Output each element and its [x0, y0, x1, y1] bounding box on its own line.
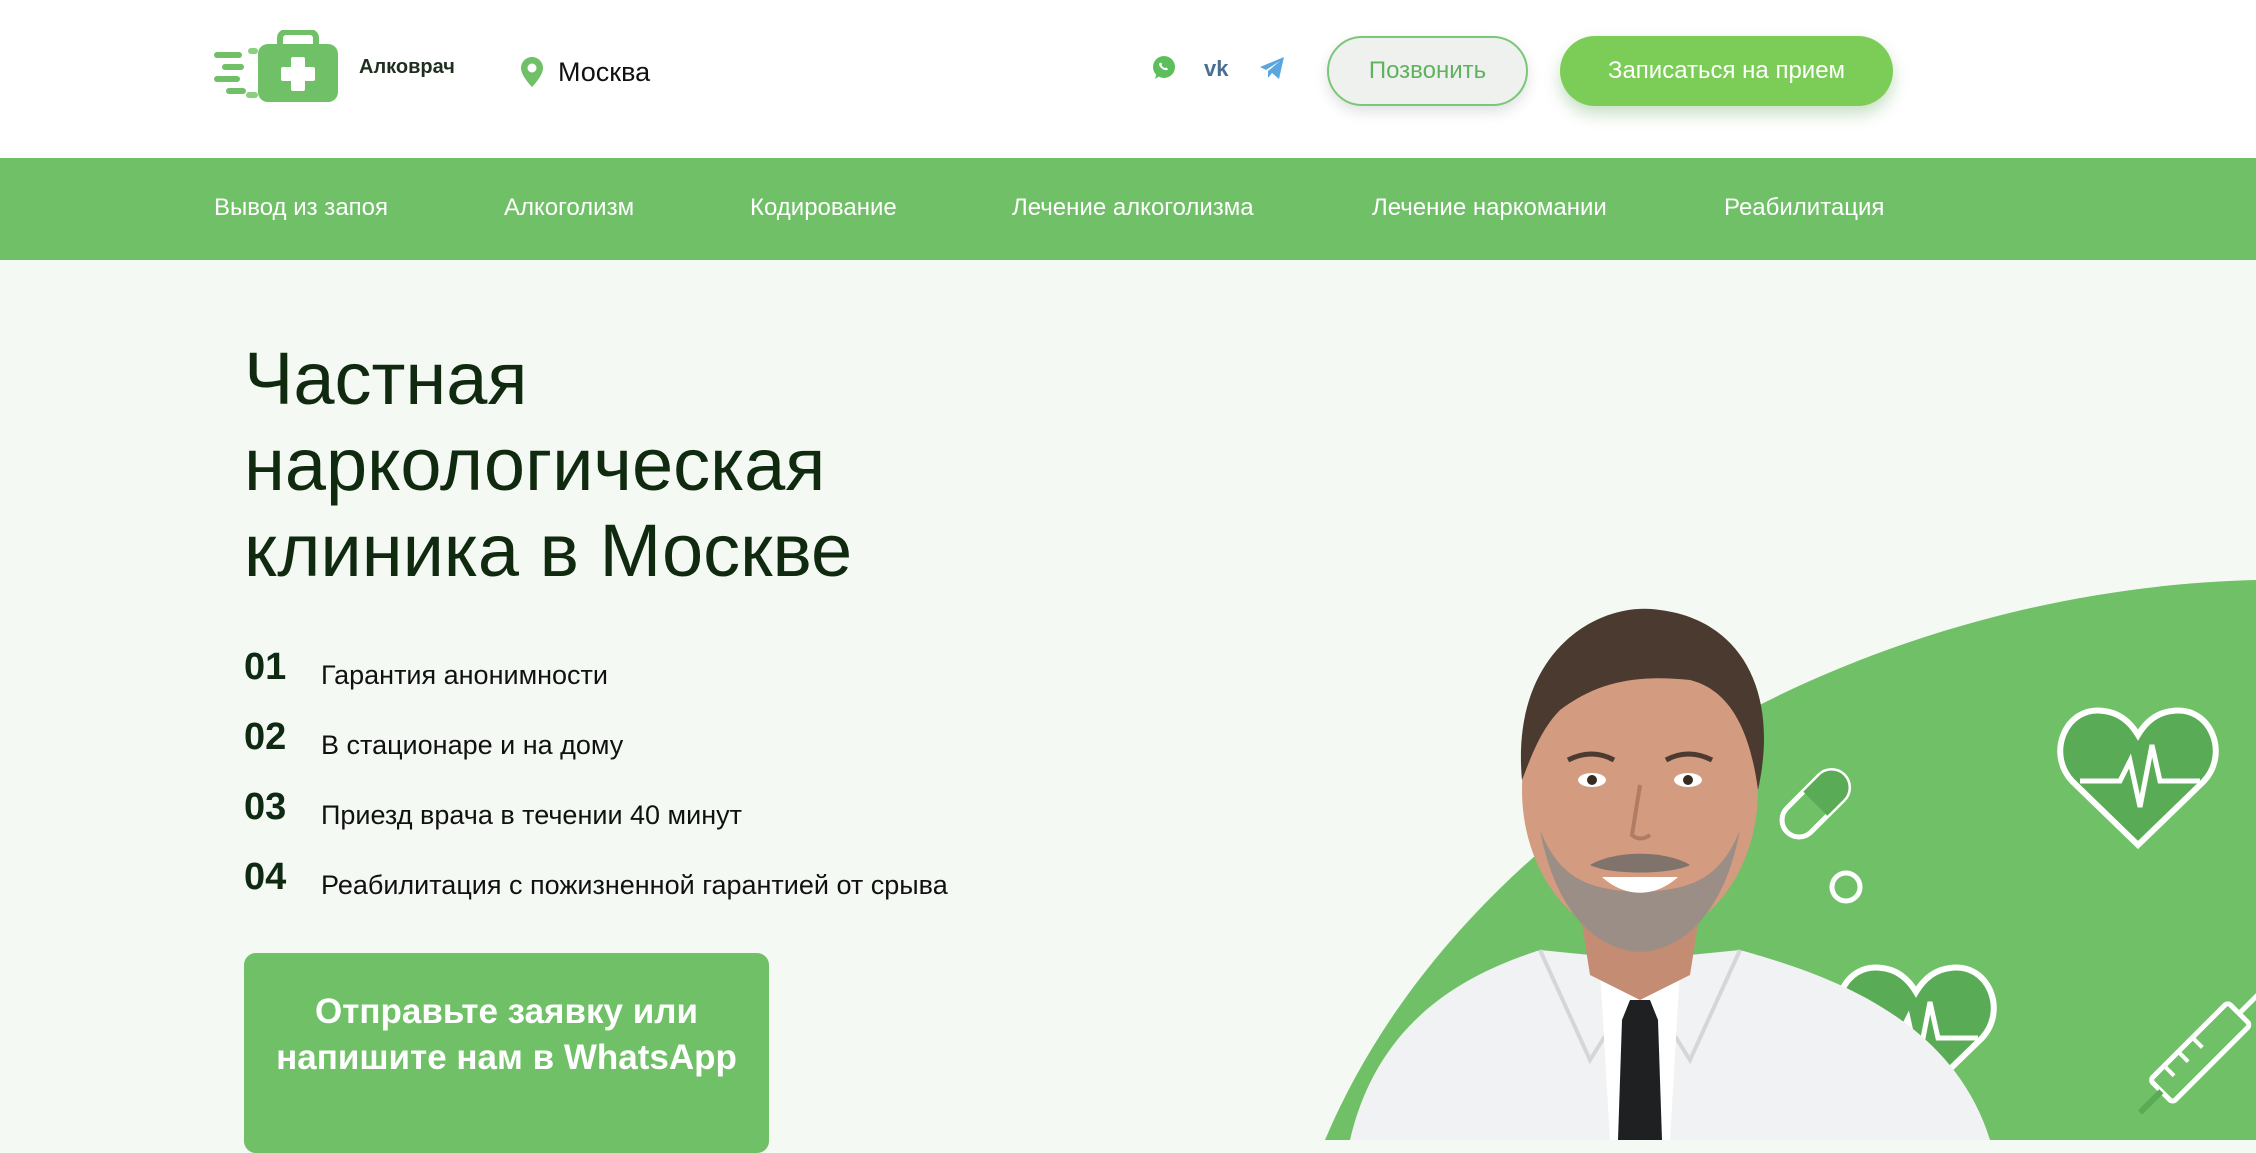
- book-appointment-button[interactable]: Записаться на прием: [1560, 36, 1893, 106]
- call-button[interactable]: Позвонить: [1327, 36, 1528, 106]
- feature-number: 03: [244, 786, 287, 828]
- nav-item-alcoholism[interactable]: Алкоголизм: [504, 194, 634, 222]
- nav-item-rehabilitation[interactable]: Реабилитация: [1724, 194, 1884, 222]
- doctor-photo: [1350, 608, 1990, 1140]
- feature-text: Гарантия анонимности: [321, 660, 609, 690]
- logo-text[interactable]: Алковрач: [359, 56, 455, 79]
- nav-item-alcohol-treatment[interactable]: Лечение алкоголизма: [1012, 194, 1254, 222]
- whatsapp-icon[interactable]: [1150, 54, 1178, 82]
- feature-text: Реабилитация с пожизненной гарантией от …: [321, 870, 948, 900]
- svg-text:vk: vk: [1204, 56, 1229, 81]
- feature-number: 02: [244, 716, 287, 758]
- main-nav: Вывод из запоя Алкоголизм Кодирование Ле…: [0, 158, 2256, 260]
- logo-icon[interactable]: [214, 30, 364, 108]
- feature-item: 03 Приезд врача в течении 40 минут: [244, 786, 1044, 836]
- feature-text: Приезд врача в течении 40 минут: [321, 800, 742, 830]
- social-links: vk: [1150, 54, 1286, 82]
- city-name: Москва: [558, 56, 651, 87]
- nav-item-detox[interactable]: Вывод из запоя: [214, 194, 388, 222]
- feature-item: 04 Реабилитация с пожизненной гарантией …: [244, 856, 1044, 906]
- hero-title: Частная наркологическая клиника в Москве: [244, 337, 853, 592]
- feature-number: 01: [244, 646, 287, 688]
- whatsapp-request-button[interactable]: Отправьте заявку или напишите нам в What…: [244, 953, 769, 1153]
- telegram-icon[interactable]: [1258, 54, 1286, 82]
- feature-number: 04: [244, 856, 287, 898]
- nav-item-coding[interactable]: Кодирование: [750, 194, 897, 222]
- location-pin-icon: [521, 57, 543, 87]
- feature-item: 01 Гарантия анонимности: [244, 646, 1044, 696]
- nav-item-drug-treatment[interactable]: Лечение наркомании: [1372, 194, 1607, 222]
- feature-item: 02 В стационаре и на дому: [244, 716, 1044, 766]
- site-header: Алковрач Москва vk Позвонить Записаться …: [0, 0, 2256, 158]
- feature-text: В стационаре и на дому: [321, 730, 624, 760]
- vk-icon[interactable]: vk: [1204, 54, 1232, 82]
- city-selector[interactable]: Москва: [520, 54, 650, 90]
